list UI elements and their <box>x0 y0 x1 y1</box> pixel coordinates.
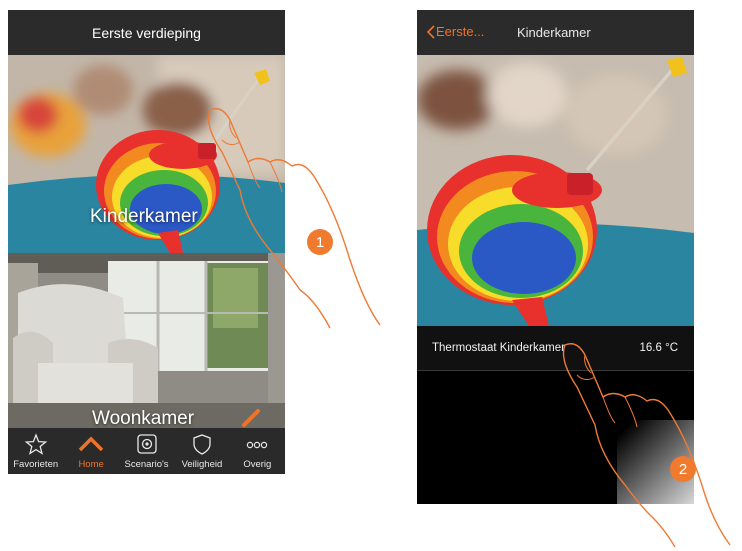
back-button[interactable]: Eerste... <box>426 24 484 39</box>
title-bar: Eerste verdieping <box>8 10 285 55</box>
tab-label: Scenario's <box>124 459 169 470</box>
spinning-top-photo <box>417 55 694 326</box>
tab-label: Home <box>78 459 104 470</box>
title-bar: Eerste... Kinderkamer <box>417 10 694 55</box>
tab-home[interactable]: Home <box>63 428 118 474</box>
tab-overig[interactable]: Overig <box>230 428 285 474</box>
tab-label: Overig <box>243 459 272 470</box>
tab-label: Veiligheid <box>181 459 223 470</box>
page-title: Kinderkamer <box>517 25 591 40</box>
chevron-left-icon <box>426 24 436 39</box>
callout-badge-2: 2 <box>670 456 696 482</box>
more-icon <box>244 433 270 459</box>
page-title: Eerste verdieping <box>92 24 201 41</box>
room-photo <box>417 55 694 326</box>
star-icon <box>24 433 48 459</box>
room-label: Woonkamer <box>92 408 195 429</box>
bottom-tab-bar: Favorieten Home Scenario's Veiligheid Ov… <box>8 428 285 474</box>
tab-label: Favorieten <box>13 459 59 470</box>
pointing-hand-illustration <box>207 108 381 329</box>
home-icon <box>77 433 105 459</box>
back-label: Eerste... <box>436 24 485 39</box>
scenario-icon <box>135 433 159 459</box>
shield-icon <box>190 433 214 459</box>
tab-favorieten[interactable]: Favorieten <box>8 428 63 474</box>
thermostat-name: Thermostaat Kinderkamer <box>432 342 565 354</box>
pointing-hand-illustration <box>562 343 731 548</box>
tab-veiligheid[interactable]: Veiligheid <box>174 428 229 474</box>
room-label: Kinderkamer <box>90 206 198 227</box>
callout-badge-1: 1 <box>307 229 333 255</box>
pencil-icon[interactable] <box>240 405 264 429</box>
tab-scenarios[interactable]: Scenario's <box>119 428 174 474</box>
